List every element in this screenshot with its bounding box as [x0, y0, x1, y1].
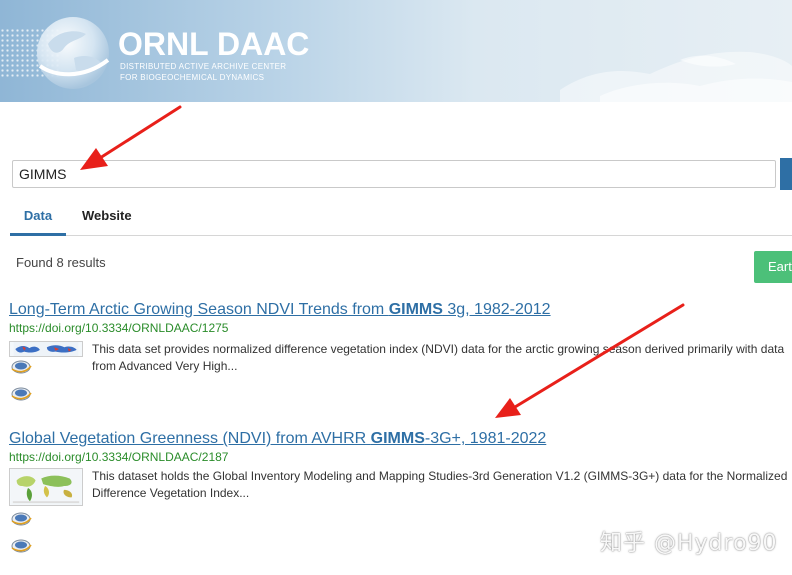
search-button[interactable]: [780, 158, 792, 190]
result-doi-link[interactable]: https://doi.org/10.3334/ORNLDAAC/1275: [9, 321, 792, 335]
globe-logo-icon[interactable]: [34, 14, 112, 92]
result-tabs: Data Website: [10, 200, 792, 236]
result-description: This dataset holds the Global Inventory …: [92, 469, 788, 500]
result-title-highlight: GIMMS: [388, 301, 443, 318]
result-thumbnail[interactable]: [9, 468, 83, 506]
banner-map-graphic: [560, 51, 792, 102]
result-title-text: -3G+, 1981-2022: [424, 430, 547, 447]
watermark: 知乎 @Hydro90: [600, 531, 778, 556]
earthdata-button[interactable]: Eart: [754, 251, 792, 283]
data-tool-icon[interactable]: [10, 539, 32, 553]
results-count: Found 8 results: [16, 255, 106, 270]
search-result-1: Long-Term Arctic Growing Season NDVI Tre…: [9, 301, 792, 401]
tab-website[interactable]: Website: [82, 200, 142, 236]
data-access-icon[interactable]: [10, 360, 32, 374]
logo-subtitle-line2: FOR BIOGEOCHEMICAL DYNAMICS: [120, 73, 265, 82]
data-tool-icon[interactable]: [10, 387, 32, 401]
logo-title[interactable]: ORNL DAAC: [118, 26, 309, 63]
header-banner: ORNL DAAC DISTRIBUTED ACTIVE ARCHIVE CEN…: [0, 0, 792, 102]
data-access-icon[interactable]: [10, 512, 32, 526]
search-result-2: Global Vegetation Greenness (NDVI) from …: [9, 430, 792, 553]
result-title-link[interactable]: Global Vegetation Greenness (NDVI) from …: [9, 430, 792, 448]
result-thumbnail[interactable]: [9, 341, 83, 357]
result-title-highlight: GIMMS: [370, 430, 425, 447]
result-title-link[interactable]: Long-Term Arctic Growing Season NDVI Tre…: [9, 301, 792, 319]
tab-data[interactable]: Data: [10, 200, 66, 236]
result-description: This data set provides normalized differ…: [92, 342, 785, 373]
result-doi-link[interactable]: https://doi.org/10.3334/ORNLDAAC/2187: [9, 450, 792, 464]
result-title-text: Global Vegetation Greenness (NDVI) from …: [9, 430, 371, 447]
result-title-text: Long-Term Arctic Growing Season NDVI Tre…: [9, 301, 389, 318]
logo-subtitle-line1: DISTRIBUTED ACTIVE ARCHIVE CENTER: [120, 62, 287, 71]
result-title-text: 3g, 1982-2012: [442, 301, 551, 318]
search-input[interactable]: [12, 160, 776, 188]
